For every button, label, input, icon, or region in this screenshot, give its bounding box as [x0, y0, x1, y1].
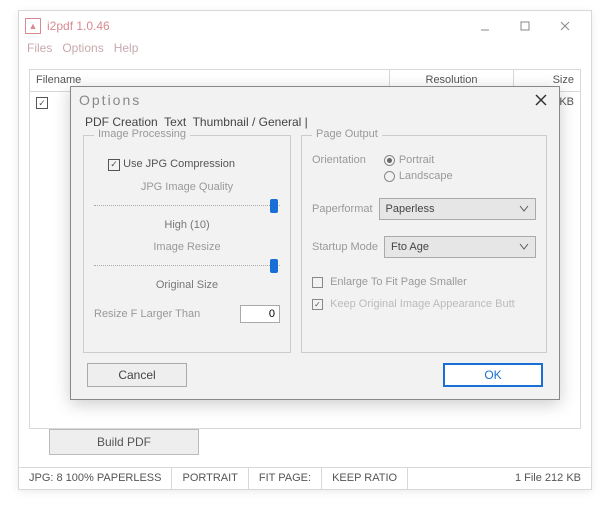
startup-value: Fto Age — [391, 241, 429, 253]
status-files: 1 File 212 KB — [505, 468, 591, 489]
titlebar: ▲ i2pdf 1.0.46 — [19, 11, 591, 41]
maximize-icon — [519, 20, 531, 32]
status-ratio: KEEP RATIO — [322, 468, 408, 489]
group-legend: Page Output — [312, 128, 382, 140]
dialog-title: Options — [79, 92, 141, 108]
status-orientation: PORTRAIT — [172, 468, 248, 489]
paperformat-select[interactable]: Paperless — [379, 198, 536, 220]
resize-label: Image Resize — [94, 241, 280, 253]
cancel-button[interactable]: Cancel — [87, 363, 187, 387]
dialog-close-button[interactable] — [531, 90, 551, 110]
chevron-down-icon — [519, 204, 529, 214]
paperformat-value: Paperless — [386, 203, 435, 215]
enlarge-checkbox[interactable] — [312, 277, 323, 288]
status-fit: FIT PAGE: — [249, 468, 322, 489]
quality-slider[interactable] — [94, 197, 280, 215]
enlarge-row[interactable]: Enlarge To Fit Page Smaller — [312, 276, 536, 288]
resize-value: Original Size — [94, 279, 280, 291]
minimize-button[interactable] — [465, 14, 505, 38]
radio-landscape[interactable]: Landscape — [384, 170, 453, 182]
build-pdf-button[interactable]: Build PDF — [49, 429, 199, 455]
close-icon — [559, 20, 571, 32]
statusbar: JPG: 8 100% PAPERLESS PORTRAIT FIT PAGE:… — [19, 467, 591, 489]
status-jpg: JPG: 8 100% PAPERLESS — [19, 468, 172, 489]
larger-label: Resize F Larger Than — [94, 308, 200, 320]
window-title: i2pdf 1.0.46 — [47, 19, 110, 33]
use-jpg-row[interactable]: ✓ Use JPG Compression — [108, 158, 280, 171]
radio-icon — [384, 155, 395, 166]
quality-value: High (10) — [94, 219, 280, 231]
quality-label: JPG Image Quality — [94, 181, 280, 193]
menu-files[interactable]: Files — [27, 41, 52, 63]
radio-portrait[interactable]: Portrait — [384, 154, 453, 166]
resize-slider[interactable] — [94, 257, 280, 275]
orientation-label: Orientation — [312, 154, 366, 166]
keep-row[interactable]: ✓ Keep Original Image Appearance Butt — [312, 298, 536, 310]
larger-input[interactable] — [240, 305, 280, 323]
app-icon: ▲ — [25, 18, 41, 34]
group-legend: Image Processing — [94, 128, 190, 140]
keep-label: Keep Original Image Appearance Butt — [330, 298, 515, 310]
page-output-group: Page Output Orientation Portrait Landsca… — [301, 135, 547, 353]
ok-button[interactable]: OK — [443, 363, 543, 387]
use-jpg-checkbox[interactable]: ✓ — [108, 159, 120, 171]
image-processing-group: Image Processing ✓ Use JPG Compression J… — [83, 135, 291, 353]
close-icon — [535, 94, 547, 106]
minimize-icon — [479, 20, 491, 32]
options-dialog: Options PDF Creation Text Thumbnail / Ge… — [70, 86, 560, 400]
enlarge-label: Enlarge To Fit Page Smaller — [330, 276, 467, 288]
radio-icon — [384, 171, 395, 182]
chevron-down-icon — [519, 242, 529, 252]
menu-help[interactable]: Help — [114, 41, 139, 63]
menubar: Files Options Help — [19, 41, 591, 63]
startup-select[interactable]: Fto Age — [384, 236, 536, 258]
close-button[interactable] — [545, 14, 585, 38]
row-checkbox[interactable]: ✓ — [36, 97, 48, 109]
use-jpg-label: Use JPG Compression — [123, 158, 235, 170]
paperformat-label: Paperformat — [312, 203, 373, 215]
maximize-button[interactable] — [505, 14, 545, 38]
menu-options[interactable]: Options — [62, 41, 103, 63]
keep-checkbox[interactable]: ✓ — [312, 299, 323, 310]
dialog-titlebar: Options — [71, 87, 559, 113]
startup-label: Startup Mode — [312, 241, 378, 253]
